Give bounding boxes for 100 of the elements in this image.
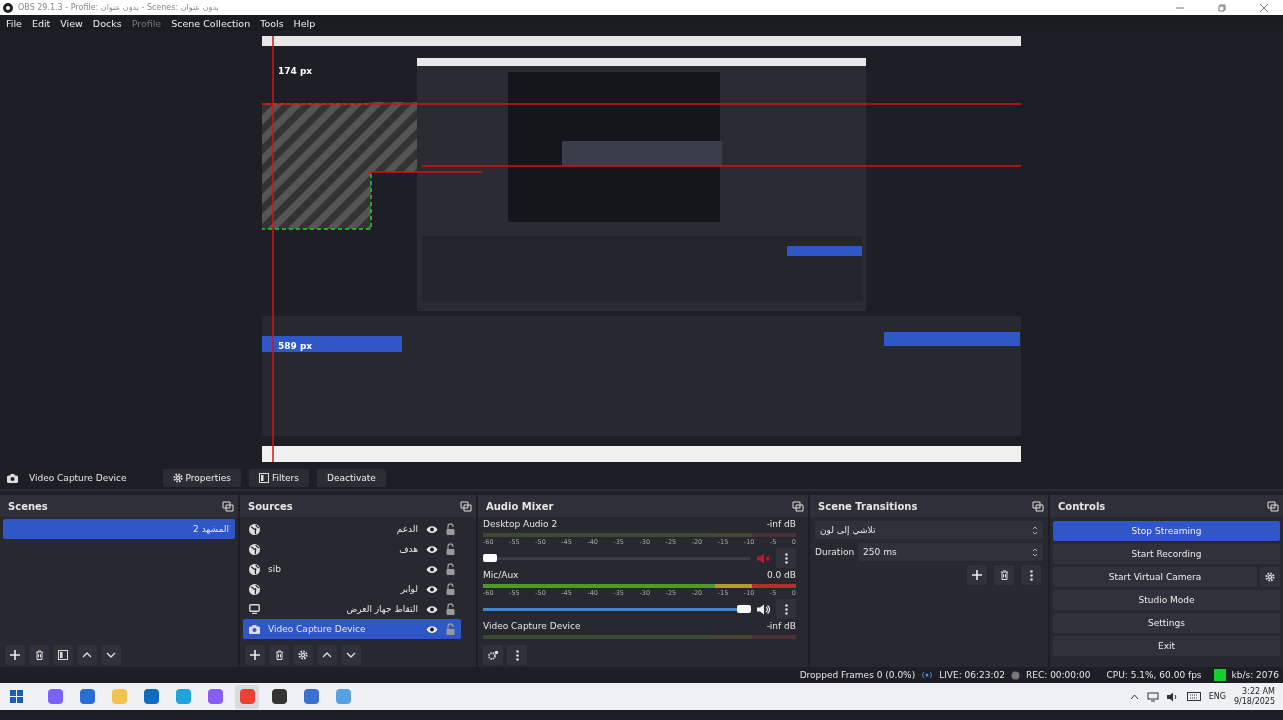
undock-icon[interactable]	[222, 500, 234, 512]
chevron-up-icon[interactable]	[1129, 693, 1139, 700]
undock-icon[interactable]	[1267, 500, 1279, 512]
gear-icon	[1265, 572, 1275, 582]
duration-label: Duration	[815, 547, 855, 557]
slider-thumb[interactable]	[483, 554, 497, 562]
chevron-down-icon	[346, 652, 356, 658]
muted-speaker-icon[interactable]	[757, 552, 770, 564]
globe-icon	[249, 523, 260, 535]
menu-item[interactable]: Scene Collection	[171, 17, 251, 29]
unlocked-icon[interactable]	[446, 583, 455, 595]
camera-icon	[249, 624, 260, 634]
menu-item[interactable]: Edit	[31, 17, 51, 29]
control-button[interactable]: Settings	[1053, 613, 1280, 633]
control-button[interactable]: Studio Mode	[1053, 590, 1280, 610]
cpu-usage: CPU: 5.1%, 60.00 fps	[1106, 670, 1202, 680]
toolbar-button[interactable]: Filters	[249, 469, 309, 487]
eye-icon[interactable]	[426, 624, 438, 634]
globe-icon	[249, 543, 260, 555]
plus-icon	[250, 650, 260, 660]
undock-icon[interactable]	[1032, 500, 1044, 512]
undock-icon[interactable]	[792, 500, 804, 512]
channel-name: Desktop Audio 2	[483, 519, 558, 529]
unlocked-icon[interactable]	[446, 523, 455, 535]
filter-icon	[58, 650, 68, 660]
live-time: LIVE: 06:23:02	[939, 670, 1005, 680]
move-up-button[interactable]	[77, 645, 97, 665]
control-button[interactable]: Stop Streaming	[1053, 521, 1280, 541]
more-button[interactable]	[507, 645, 527, 665]
volume-slider[interactable]	[483, 605, 751, 613]
up-down-arrows-icon	[1032, 546, 1038, 558]
more-button[interactable]	[1021, 565, 1041, 585]
transition-dropdown[interactable]: تلاشي إلى لون	[815, 521, 1043, 539]
globe-icon	[249, 583, 260, 595]
menu-item[interactable]: Help	[293, 17, 316, 29]
advanced-audio-button[interactable]	[483, 645, 503, 665]
eye-icon[interactable]	[426, 564, 438, 574]
move-up-button[interactable]	[317, 645, 337, 665]
control-button[interactable]: Start Recording	[1053, 544, 1280, 564]
eye-icon[interactable]	[426, 604, 438, 614]
unlocked-icon[interactable]	[446, 563, 455, 575]
speaker-icon[interactable]	[757, 603, 770, 615]
speaker-icon[interactable]	[1166, 691, 1179, 702]
move-down-button[interactable]	[101, 645, 121, 665]
plus-icon	[10, 650, 20, 660]
restore-icon[interactable]	[1217, 2, 1227, 13]
source-item[interactable]: Video Capture Device	[243, 619, 461, 639]
trash-icon	[34, 650, 44, 660]
menu-item[interactable]: Docks	[92, 17, 122, 29]
toolbar-button[interactable]: Properties	[162, 469, 241, 487]
trash-icon	[999, 570, 1009, 580]
clock-date[interactable]: 9/18/2025	[1233, 696, 1275, 707]
clock-time[interactable]: 3:22 AM	[1242, 686, 1275, 697]
slider-thumb[interactable]	[737, 605, 751, 613]
menu-item[interactable]: View	[60, 17, 83, 29]
move-down-button[interactable]	[341, 645, 361, 665]
eye-icon[interactable]	[426, 584, 438, 594]
language-indicator[interactable]: ENG	[1208, 692, 1226, 701]
settings-button[interactable]	[1260, 567, 1280, 587]
toolbar-button[interactable]: Deactivate	[317, 469, 386, 487]
add-button[interactable]	[245, 645, 265, 665]
panel-title: Sources	[248, 500, 293, 512]
scene-item[interactable]: المشهد 2	[3, 519, 235, 539]
remove-button[interactable]	[994, 565, 1014, 585]
remove-button[interactable]	[269, 645, 289, 665]
eye-icon[interactable]	[426, 544, 438, 554]
settings-button[interactable]	[293, 645, 313, 665]
more-button[interactable]	[776, 548, 796, 568]
chevron-up-icon	[322, 652, 332, 658]
keyboard-icon[interactable]	[1186, 692, 1201, 701]
panel-title: Scenes	[8, 500, 48, 512]
source-item[interactable]: الدعم	[243, 519, 461, 539]
menu-item[interactable]: File	[6, 17, 22, 29]
close-icon[interactable]	[1259, 2, 1269, 13]
volume-slider[interactable]	[483, 554, 751, 562]
distance-label: 174 px	[278, 66, 313, 76]
undock-icon[interactable]	[460, 500, 472, 512]
chevron-down-icon	[106, 652, 116, 658]
window-title: OBS 29.1.3 - Profile: بدون عنوان - Scenes: بدون عنوان	[18, 3, 220, 12]
remove-button[interactable]	[29, 645, 49, 665]
menu-item[interactable]: Tools	[260, 17, 284, 29]
add-button[interactable]	[5, 645, 25, 665]
unlocked-icon[interactable]	[446, 603, 455, 615]
channel-name: Video Capture Device	[483, 621, 581, 631]
add-button[interactable]	[967, 565, 987, 585]
source-item[interactable]: هدف	[243, 539, 461, 559]
source-item[interactable]: sib	[243, 559, 461, 579]
duration-field[interactable]: 250 ms	[858, 543, 1043, 561]
eye-icon[interactable]	[426, 524, 438, 534]
filters-button[interactable]	[53, 645, 73, 665]
source-name: Video Capture Device	[268, 624, 367, 634]
control-button[interactable]: Start Virtual Camera	[1053, 567, 1257, 587]
control-button[interactable]: Exit	[1053, 636, 1280, 656]
more-button[interactable]	[776, 599, 796, 619]
start-icon[interactable]	[10, 690, 23, 703]
source-name: هدف	[398, 544, 418, 554]
source-item[interactable]: التقاط جهاز العرض	[243, 599, 461, 619]
source-item[interactable]: لوابر	[243, 579, 461, 599]
unlocked-icon[interactable]	[446, 543, 455, 555]
dropped-frames: Dropped Frames 0 (0.0%)	[799, 670, 916, 680]
